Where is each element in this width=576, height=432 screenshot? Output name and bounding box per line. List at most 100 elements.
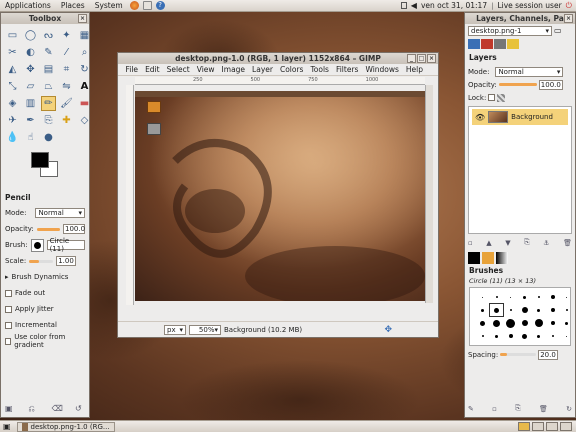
image-titlebar[interactable]: desktop.png-1.0 (RGB, 1 layer) 1152x864 …: [118, 53, 438, 64]
perspective-icon[interactable]: ⏢: [41, 79, 56, 94]
mail-icon[interactable]: [142, 1, 152, 10]
use-color-gradient-checkbox[interactable]: [5, 337, 12, 345]
image-select[interactable]: desktop.png-1 ▾: [468, 25, 552, 36]
network-icon[interactable]: [400, 2, 407, 9]
workspace-3[interactable]: [546, 422, 558, 431]
menu-system[interactable]: System: [90, 1, 128, 10]
reset-options-icon[interactable]: ↺: [75, 404, 85, 414]
scissors-icon[interactable]: ✂: [5, 45, 20, 60]
lower-layer-icon[interactable]: ▼: [505, 239, 510, 247]
spacing-spin[interactable]: 20.0: [538, 349, 559, 360]
incremental-checkbox[interactable]: [5, 321, 12, 329]
layer-opacity-slider-track[interactable]: [498, 83, 537, 86]
close-icon[interactable]: ×: [78, 14, 87, 23]
close-icon[interactable]: ×: [427, 54, 436, 63]
scale-slider[interactable]: [29, 259, 54, 263]
layers-tab-icon[interactable]: [468, 38, 480, 49]
horizontal-ruler[interactable]: 250 500 750 1000: [135, 77, 425, 85]
menu-image[interactable]: Image: [218, 65, 249, 74]
taskbar-button-gimp[interactable]: desktop.png-1.0 (RG...: [16, 421, 115, 432]
fade-out-checkbox[interactable]: [5, 289, 12, 297]
lock-pixels-checkbox[interactable]: [488, 94, 496, 101]
minimize-icon[interactable]: _: [407, 54, 416, 63]
scale-spin[interactable]: 1.00: [56, 256, 77, 266]
brush-swatch[interactable]: [532, 291, 545, 303]
new-brush-icon[interactable]: ▫: [492, 405, 497, 413]
menu-layer[interactable]: Layer: [249, 65, 277, 74]
workspace-2[interactable]: [532, 422, 544, 431]
brush-name-field[interactable]: Circle (11): [46, 237, 85, 253]
pattern-tab-icon[interactable]: [482, 251, 494, 264]
delete-layer-icon[interactable]: 🗑: [563, 239, 572, 247]
delete-options-icon[interactable]: ⌫: [52, 404, 63, 414]
brush-swatch[interactable]: [489, 303, 504, 317]
workspace-1[interactable]: [518, 422, 530, 431]
opacity-slider[interactable]: [36, 227, 60, 231]
duplicate-layer-icon[interactable]: ⎘: [524, 238, 530, 247]
power-icon[interactable]: ⏻: [566, 1, 572, 11]
restore-options-icon[interactable]: ⎌: [28, 404, 38, 414]
vertical-scrollbar[interactable]: [425, 85, 433, 303]
brush-swatch[interactable]: [504, 304, 517, 316]
rect-select-icon[interactable]: ▭: [5, 28, 20, 43]
menu-filters[interactable]: Filters: [332, 65, 361, 74]
brush-grid[interactable]: [469, 287, 571, 346]
brush-swatch[interactable]: [560, 317, 573, 329]
gradient-tab-icon[interactable]: [496, 251, 508, 264]
spacing-slider[interactable]: [500, 353, 508, 356]
new-layer-icon[interactable]: ▫: [468, 239, 473, 247]
delete-brush-icon[interactable]: 🗑: [539, 405, 548, 413]
color-swatches[interactable]: [31, 152, 89, 184]
raise-layer-icon[interactable]: ▲: [486, 239, 491, 247]
menu-colors[interactable]: Colors: [276, 65, 307, 74]
pencil-icon[interactable]: ✏: [41, 96, 56, 111]
eye-icon[interactable]: 👁: [475, 113, 485, 122]
firefox-icon[interactable]: [129, 1, 139, 10]
color-select-icon[interactable]: ▦: [77, 28, 92, 43]
brush-swatch[interactable]: [518, 304, 531, 316]
opacity-spin[interactable]: 100.0: [63, 224, 85, 234]
blend-icon[interactable]: ▥: [23, 96, 38, 111]
brush-swatch[interactable]: [546, 330, 559, 342]
show-desktop-icon[interactable]: ▣: [3, 422, 11, 431]
brush-preview[interactable]: [30, 238, 44, 252]
brush-swatch[interactable]: [546, 317, 559, 329]
brush-swatch[interactable]: [532, 330, 545, 342]
align-icon[interactable]: ▤: [41, 62, 56, 77]
brush-swatch[interactable]: [476, 317, 489, 329]
brush-dynamics-expander[interactable]: ▸ Brush Dynamics: [5, 270, 85, 284]
layer-opacity-spin[interactable]: 100.0: [538, 79, 563, 90]
save-options-icon[interactable]: ▣: [5, 404, 15, 414]
menu-select[interactable]: Select: [163, 65, 193, 74]
text-icon[interactable]: A: [77, 79, 92, 94]
brush-swatch[interactable]: [546, 291, 559, 303]
paths-tab-icon[interactable]: [494, 38, 506, 49]
brush-swatch[interactable]: [518, 317, 531, 329]
menu-tools[interactable]: Tools: [307, 65, 332, 74]
lock-alpha-icon[interactable]: [497, 93, 506, 102]
maximize-icon[interactable]: □: [417, 54, 426, 63]
bucket-fill-icon[interactable]: ◈: [5, 96, 20, 111]
brush-tab-icon[interactable]: [468, 251, 480, 264]
menu-places[interactable]: Places: [56, 1, 90, 10]
layer-opacity-slider[interactable]: [498, 83, 537, 86]
shear-icon[interactable]: ▱: [23, 79, 38, 94]
smudge-icon[interactable]: ☝: [23, 130, 38, 145]
help-icon[interactable]: ?: [155, 1, 165, 10]
clock[interactable]: ven oct 31, 01:17: [421, 1, 487, 10]
scale-icon[interactable]: ⤡: [5, 79, 20, 94]
layer-mode-select[interactable]: Normal ▾: [495, 66, 564, 77]
menu-applications[interactable]: Applications: [0, 1, 56, 10]
zoom-select[interactable]: 50% ▾: [189, 324, 221, 335]
move-icon[interactable]: ✥: [23, 62, 38, 77]
unit-select[interactable]: px ▾: [164, 324, 186, 335]
dodge-burn-icon[interactable]: ●: [41, 130, 56, 145]
desktop-folder-icon[interactable]: [147, 101, 161, 113]
crop-icon[interactable]: ⌗: [59, 62, 74, 77]
duplicate-brush-icon[interactable]: ⎘: [515, 404, 521, 413]
airbrush-icon[interactable]: ✈: [5, 113, 20, 128]
brush-swatch[interactable]: [490, 291, 503, 303]
foreground-select-icon[interactable]: ◐: [23, 45, 38, 60]
ellipse-select-icon[interactable]: ◯: [23, 28, 38, 43]
layer-row[interactable]: 👁 Background: [472, 109, 568, 125]
